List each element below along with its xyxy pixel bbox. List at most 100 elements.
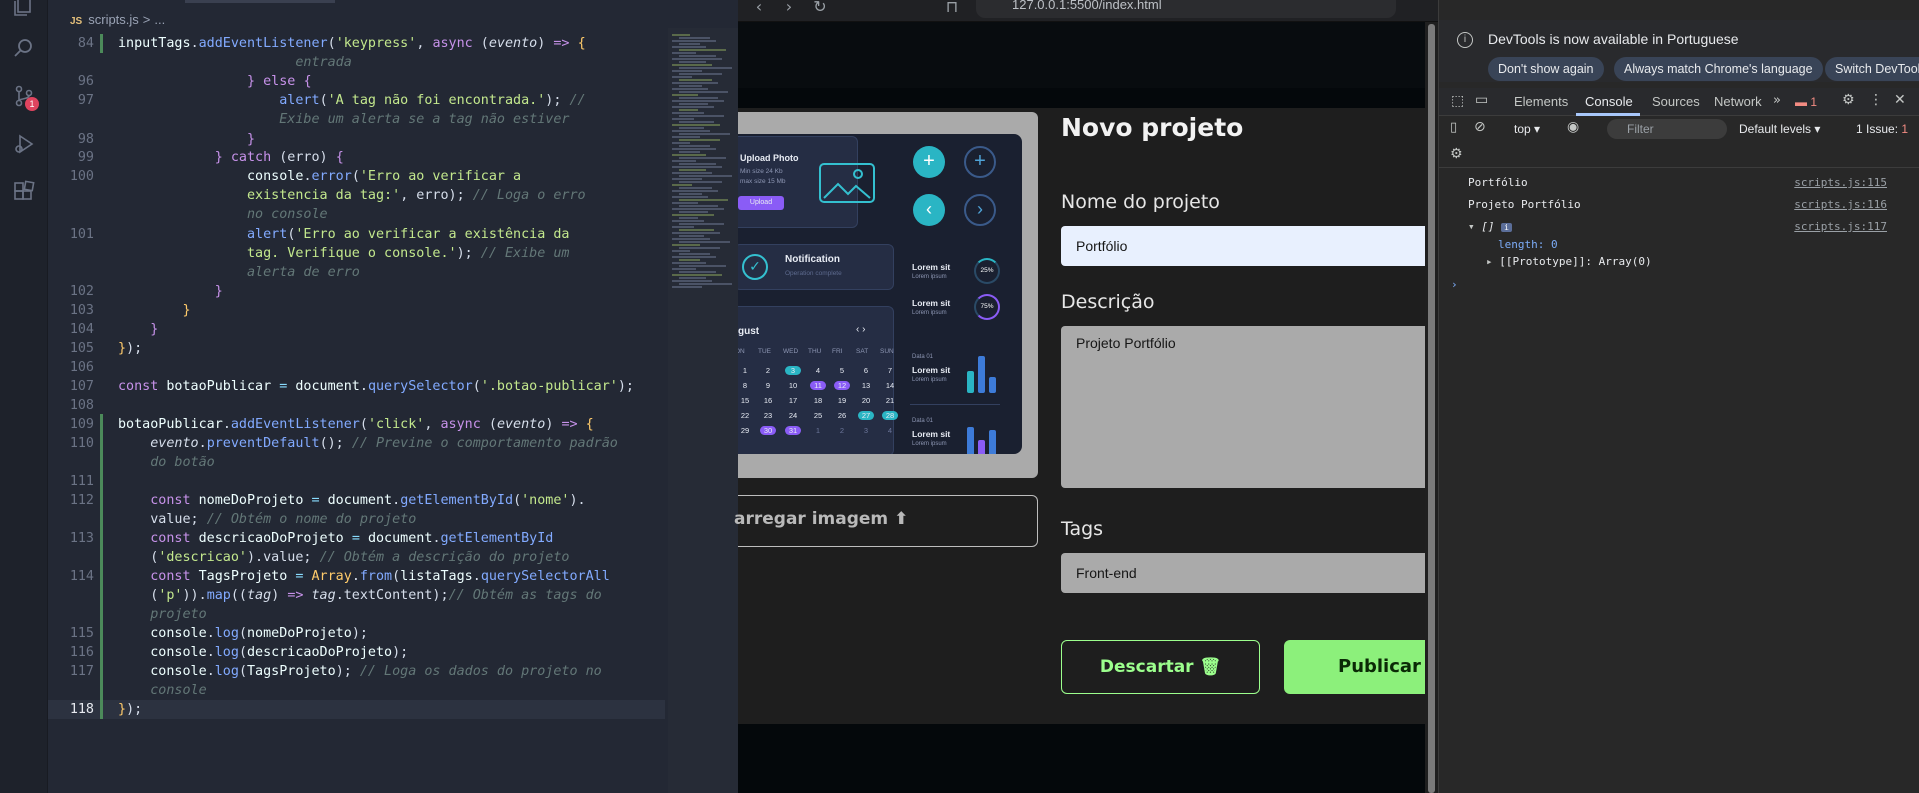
search-icon[interactable] xyxy=(12,36,36,60)
discard-button[interactable]: Descartar 🗑 xyxy=(1061,640,1260,694)
page-scrollbar[interactable] xyxy=(1425,22,1438,793)
code-line[interactable]: 116 console.log(descricaoDoProjeto); xyxy=(48,643,665,662)
line-number: 96 xyxy=(77,74,94,89)
close-icon[interactable]: ✕ xyxy=(1894,92,1906,108)
tab-elements[interactable]: Elements xyxy=(1514,94,1568,109)
code-line[interactable]: projeto xyxy=(48,605,665,624)
settings-icon[interactable]: ⚙ xyxy=(1842,92,1855,108)
issues-counter[interactable]: 1 Issue: 1 xyxy=(1856,122,1908,136)
code-line[interactable]: 110 evento.preventDefault(); // Previne … xyxy=(48,434,665,453)
code-line[interactable]: 99 } catch (erro) { xyxy=(48,148,665,167)
code-line[interactable]: console xyxy=(48,681,665,700)
code-line[interactable]: 102 } xyxy=(48,282,665,301)
code-line[interactable]: tag. Verifique o console.'); // Exibe um xyxy=(48,244,665,263)
forward-icon[interactable]: › xyxy=(780,0,798,18)
run-debug-icon[interactable] xyxy=(12,132,36,156)
code-line[interactable]: no console xyxy=(48,205,665,224)
code-line[interactable]: 107 const botaoPublicar = document.queryS… xyxy=(48,377,665,396)
device-toolbar-icon[interactable]: ▭ xyxy=(1475,92,1488,108)
upload-image-button[interactable]: arregar imagem ⬆ xyxy=(734,495,1038,547)
minimap-line xyxy=(679,151,700,153)
more-options-icon[interactable]: ⋮ xyxy=(1869,92,1883,108)
url-text[interactable]: 127.0.0.1:5500/index.html xyxy=(1012,0,1162,12)
code-area[interactable]: 84 inputTags.addEventListener('keypress',… xyxy=(48,34,665,793)
code-line[interactable]: entrada xyxy=(48,53,665,72)
code-line[interactable]: Exibe um alerta se a tag não estiver xyxy=(48,110,665,129)
code-line[interactable]: 105}); xyxy=(48,339,665,358)
tab-sources[interactable]: Sources xyxy=(1652,94,1700,109)
console-settings-bar: ⚙ xyxy=(1439,144,1919,168)
project-name-input[interactable]: Portfólio xyxy=(1061,226,1425,266)
console-log-row[interactable]: Projeto Portfólio scripts.js:116 xyxy=(1439,194,1919,215)
always-match-language-button[interactable]: Always match Chrome's language xyxy=(1614,57,1823,81)
code-line[interactable]: 100 console.error('Erro ao verificar a xyxy=(48,167,665,186)
code-line[interactable]: 101 alert('Erro ao verificar a existênci… xyxy=(48,225,665,244)
console-prompt[interactable]: › xyxy=(1439,274,1919,295)
console-source-link[interactable]: scripts.js:116 xyxy=(1794,194,1887,215)
code-line[interactable]: 111 xyxy=(48,472,665,491)
code-line[interactable]: 113 const descricaoDoProjeto = document.… xyxy=(48,529,665,548)
calendar-day: 17 xyxy=(788,396,798,405)
code-line[interactable]: existencia da tag:', erro); // Loga o er… xyxy=(48,186,665,205)
bookmark-icon[interactable]: ⊓ xyxy=(943,0,961,18)
code-line[interactable]: value; // Obtém o nome do projeto xyxy=(48,510,665,529)
extensions-icon[interactable] xyxy=(12,180,36,204)
code-line[interactable]: 98 } xyxy=(48,130,665,149)
calendar-weekday: WED xyxy=(783,348,799,355)
back-icon[interactable]: ‹ xyxy=(750,0,768,18)
tab-console[interactable]: Console xyxy=(1585,94,1633,109)
sidebar-toggle-icon[interactable]: ▯ xyxy=(1450,120,1457,135)
code-line[interactable]: ('p')).map((tag) => tag.textContent);// … xyxy=(48,586,665,605)
trash-icon: 🗑 xyxy=(1199,657,1222,677)
code-line[interactable]: 104 } xyxy=(48,320,665,339)
code-line[interactable]: 117 console.log(TagsProjeto); // Loga os… xyxy=(48,662,665,681)
code-line[interactable]: alerta de erro xyxy=(48,263,665,282)
code-line[interactable]: 108 xyxy=(48,396,665,415)
console-log-row[interactable]: Portfólio scripts.js:115 xyxy=(1439,172,1919,193)
minimap-line xyxy=(672,208,724,210)
switch-devtools-button[interactable]: Switch DevTool xyxy=(1825,57,1919,81)
code-line[interactable]: 115 console.log(nomeDoProjeto); xyxy=(48,624,665,643)
dont-show-again-button[interactable]: Don't show again xyxy=(1488,57,1604,81)
description-textarea[interactable]: Projeto Portfólio xyxy=(1061,326,1425,488)
code-line[interactable]: do botão xyxy=(48,453,665,472)
minimap[interactable] xyxy=(668,28,738,793)
breadcrumb-more[interactable]: ... xyxy=(154,12,165,27)
publish-button[interactable]: Publicar xyxy=(1284,640,1425,694)
code-line[interactable]: 114 const TagsProjeto = Array.from(lista… xyxy=(48,567,665,586)
tab-network[interactable]: Network xyxy=(1714,94,1762,109)
inspect-element-icon[interactable]: ⬚ xyxy=(1451,93,1464,109)
code-text: } xyxy=(247,132,256,147)
error-count[interactable]: ▬ 1 xyxy=(1795,95,1817,109)
console-settings-icon[interactable]: ⚙ xyxy=(1450,146,1463,162)
breadcrumb-file[interactable]: scripts.js xyxy=(88,12,139,27)
minimap-line xyxy=(672,172,712,174)
code-line[interactable]: 109 botaoPublicar.addEventListener('click… xyxy=(48,415,665,434)
code-line[interactable]: 96 } else { xyxy=(48,72,665,91)
minimap-line xyxy=(679,241,730,243)
source-control-badge: 1 xyxy=(25,97,39,111)
eye-icon[interactable]: ◉ xyxy=(1567,119,1579,135)
code-text: alert('A tag não foi encontrada.'); // xyxy=(279,93,586,108)
context-selector[interactable]: top ▾ xyxy=(1514,122,1540,136)
more-tabs-icon[interactable]: » xyxy=(1773,93,1781,108)
reload-icon[interactable]: ↻ xyxy=(811,0,829,18)
code-line[interactable]: 118}); xyxy=(48,700,665,719)
prototype-row[interactable]: ▸ [[Prototype]]: Array(0) xyxy=(1439,251,1919,272)
tags-input[interactable]: Front-end xyxy=(1061,553,1425,593)
breadcrumb[interactable]: JS scripts.js >... xyxy=(48,12,165,32)
console-filter-input[interactable]: Filter xyxy=(1607,119,1727,139)
code-line[interactable]: 103 } xyxy=(48,301,665,320)
code-line[interactable]: 97 alert('A tag não foi encontrada.'); /… xyxy=(48,91,665,110)
clear-console-icon[interactable]: ⊘ xyxy=(1474,119,1486,135)
scrollbar-thumb[interactable] xyxy=(1428,24,1435,793)
line-number: 98 xyxy=(77,132,94,147)
log-levels-dropdown[interactable]: Default levels ▾ xyxy=(1739,122,1820,136)
minimap-line xyxy=(679,181,722,183)
code-line[interactable]: 106 xyxy=(48,358,665,377)
console-source-link[interactable]: scripts.js:115 xyxy=(1794,172,1887,193)
code-line[interactable]: 84 inputTags.addEventListener('keypress',… xyxy=(48,34,665,53)
code-line[interactable]: 112 const nomeDoProjeto = document.getEl… xyxy=(48,491,665,510)
code-line[interactable]: ('descricao').value; // Obtém a descriçã… xyxy=(48,548,665,567)
explorer-icon[interactable] xyxy=(12,0,36,18)
